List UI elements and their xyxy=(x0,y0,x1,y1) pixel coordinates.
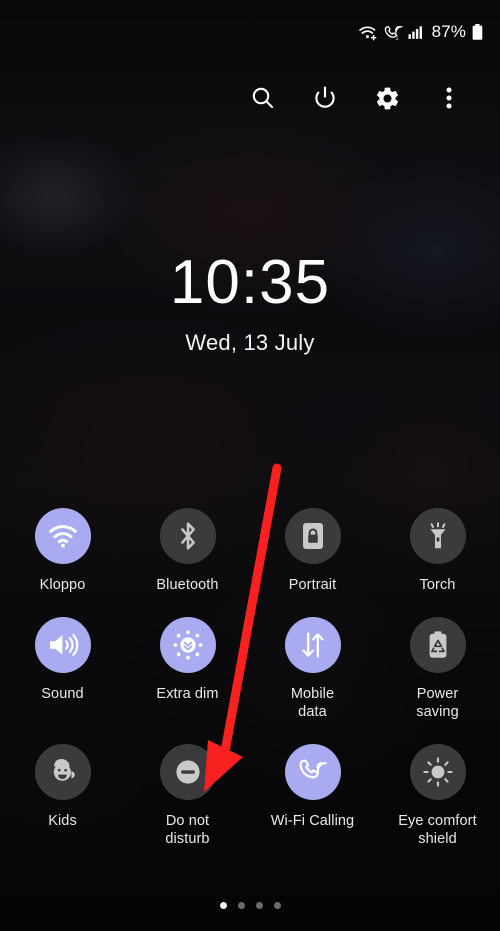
lockscreen-clock: 10:35 Wed, 13 July xyxy=(0,252,500,356)
quick-tile-do-not-disturb[interactable]: Do not disturb xyxy=(125,743,250,849)
quick-tile-label: Sound xyxy=(41,685,84,702)
speaker-icon xyxy=(34,616,91,673)
quick-tile-kids[interactable]: Kids xyxy=(0,743,125,849)
cellular-signal-icon xyxy=(408,24,424,41)
quick-tile-label: Eye comfort shield xyxy=(398,812,477,848)
flashlight-icon xyxy=(409,508,466,564)
quick-tile-kloppo[interactable]: Kloppo xyxy=(0,508,125,595)
svg-text:1: 1 xyxy=(395,34,399,41)
bluetooth-icon xyxy=(159,508,216,564)
quick-tile-label: Do not disturb xyxy=(165,812,210,848)
quick-tile-label: Extra dim xyxy=(156,685,219,702)
battery-icon xyxy=(471,23,484,42)
wifi-plus-icon xyxy=(358,24,378,41)
mobile-data-icon xyxy=(284,616,341,673)
quick-tile-label: Wi-Fi Calling xyxy=(270,812,355,829)
quick-tile-label: Bluetooth xyxy=(156,577,219,593)
lockscreen-toolbar xyxy=(0,74,500,122)
quick-tile-power-saving[interactable]: Power saving xyxy=(375,616,500,722)
settings-gear-icon[interactable] xyxy=(370,81,404,115)
search-icon[interactable] xyxy=(246,81,280,115)
battery-percent-label: 87% xyxy=(431,22,466,41)
wifi-icon xyxy=(34,508,91,564)
quick-tile-wifi-calling[interactable]: Wi-Fi Calling xyxy=(250,743,375,849)
quick-tile-label: Torch xyxy=(419,577,456,593)
power-icon[interactable] xyxy=(308,81,342,115)
kids-face-icon xyxy=(34,743,91,800)
wifi-calling-icon xyxy=(284,743,341,800)
quick-tile-torch[interactable]: Torch xyxy=(375,508,500,595)
extra-dim-icon xyxy=(159,616,216,673)
quick-tile-portrait[interactable]: Portrait xyxy=(250,508,375,595)
rotation-lock-icon xyxy=(284,508,341,564)
quick-tile-label: Mobile data xyxy=(290,685,335,721)
quick-tile-bluetooth[interactable]: Bluetooth xyxy=(125,508,250,595)
status-bar: 1 87% xyxy=(0,0,500,64)
eye-comfort-icon xyxy=(409,743,466,800)
page-indicator xyxy=(0,902,500,909)
quick-tile-mobile-data[interactable]: Mobile data xyxy=(250,616,375,722)
quick-tile-eye-comfort-shield[interactable]: Eye comfort shield xyxy=(375,743,500,849)
page-dot[interactable] xyxy=(273,902,281,909)
quick-tile-label: Kids xyxy=(48,812,77,829)
quick-settings-grid: Kloppo Bluetooth Portrait Torch Sound Ex… xyxy=(0,508,500,849)
power-saving-icon xyxy=(409,616,466,673)
clock-time: 10:35 xyxy=(169,248,331,317)
quick-tile-label: Kloppo xyxy=(39,577,86,593)
quick-tile-label: Power saving xyxy=(416,685,459,721)
quick-tile-sound[interactable]: Sound xyxy=(0,616,125,722)
clock-date: Wed, 13 July xyxy=(185,330,315,355)
overflow-menu-icon[interactable] xyxy=(432,81,466,115)
page-dot[interactable] xyxy=(255,902,263,909)
quick-tile-label: Portrait xyxy=(288,577,337,593)
quick-tile-extra-dim[interactable]: Extra dim xyxy=(125,616,250,722)
page-dot[interactable] xyxy=(237,902,245,909)
do-not-disturb-icon xyxy=(159,743,216,800)
page-dot[interactable] xyxy=(219,902,227,909)
volte-call-icon: 1 xyxy=(383,24,403,41)
